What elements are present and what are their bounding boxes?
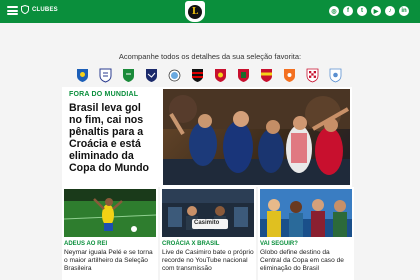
hero-photo[interactable]	[163, 89, 350, 185]
team-netherlands-badge[interactable]	[280, 66, 299, 85]
card-photo[interactable]	[260, 189, 352, 237]
card-headline[interactable]: Globo define destino da Central da Copa …	[260, 249, 352, 273]
team-england-badge[interactable]	[96, 66, 115, 85]
casimito-overlay: Casimito	[194, 220, 220, 226]
clubes-label: CLUBES	[32, 6, 58, 13]
hero-story[interactable]: FORA DO MUNDIAL Brasil leva gol no fim, …	[62, 87, 352, 187]
social-links: ◎ f t ▶ ♪ in	[329, 6, 409, 16]
team-selector	[73, 66, 345, 85]
card-tag: ADEUS AO REI	[64, 241, 108, 247]
team-portugal-badge[interactable]	[234, 66, 253, 85]
story-card[interactable]: Casimito CROÁCIA X BRASIL Live de Casimi…	[160, 187, 256, 280]
hero-headline[interactable]: Brasil leva gol no fim, cai nos pênaltis…	[69, 102, 156, 174]
card-headline[interactable]: Live de Casimiro bate o próprio recorde …	[162, 249, 254, 273]
menu-icon[interactable]	[7, 6, 18, 15]
instagram-icon[interactable]: ◎	[329, 6, 339, 16]
top-bar: CLUBES L ◎ f t ▶ ♪ in	[0, 0, 420, 23]
site-logo[interactable]: L	[185, 1, 205, 22]
tiktok-icon[interactable]: ♪	[385, 6, 395, 16]
team-france-badge[interactable]	[142, 66, 161, 85]
youtube-icon[interactable]: ▶	[371, 6, 381, 16]
card-photo[interactable]	[64, 189, 156, 237]
team-argentina-badge[interactable]	[165, 66, 184, 85]
card-headline[interactable]: Neymar iguala Pelé e se torna o maior ar…	[64, 249, 156, 273]
story-cards: ADEUS AO REI Neymar iguala Pelé e se tor…	[62, 187, 354, 280]
clubes-button[interactable]: CLUBES	[21, 5, 58, 14]
shield-icon	[21, 5, 29, 14]
card-photo[interactable]: Casimito	[162, 189, 254, 237]
story-card[interactable]: ADEUS AO REI Neymar iguala Pelé e se tor…	[62, 187, 158, 280]
twitter-icon[interactable]: t	[357, 6, 367, 16]
team-spain-badge[interactable]	[257, 66, 276, 85]
linkedin-icon[interactable]: in	[399, 6, 409, 16]
hero-text: FORA DO MUNDIAL Brasil leva gol no fim, …	[65, 89, 160, 185]
hero-tag: FORA DO MUNDIAL	[69, 91, 139, 98]
team-belgium-badge[interactable]	[211, 66, 230, 85]
card-tag: CROÁCIA X BRASIL	[162, 241, 220, 247]
story-card[interactable]: VAI SEGUIR? Globo define destino da Cent…	[258, 187, 354, 280]
facebook-icon[interactable]: f	[343, 6, 353, 16]
team-saudi-badge[interactable]	[119, 66, 138, 85]
team-germany-badge[interactable]	[188, 66, 207, 85]
follow-prompt: Acompanhe todos os detalhes da sua seleç…	[118, 52, 302, 61]
team-uruguay-badge[interactable]	[326, 66, 345, 85]
card-tag: VAI SEGUIR?	[260, 241, 298, 247]
team-croatia-badge[interactable]	[303, 66, 322, 85]
team-brazil-badge[interactable]	[73, 66, 92, 85]
logo-letter: L	[188, 4, 202, 19]
